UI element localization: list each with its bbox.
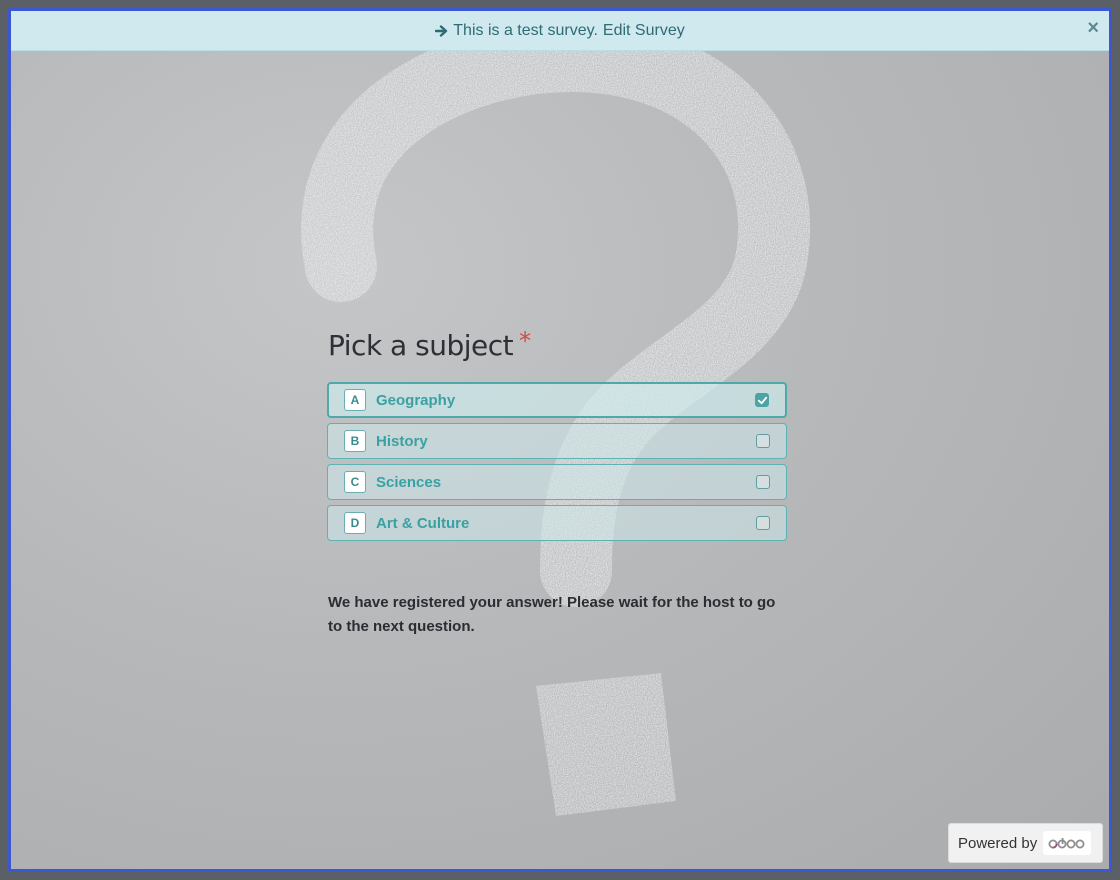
option-label: History [376, 432, 428, 450]
answer-registered-message: We have registered your answer! Please w… [328, 594, 776, 635]
checkbox-icon[interactable] [756, 434, 770, 448]
option-key: B [344, 430, 366, 452]
odoo-logo: odoo [1043, 831, 1092, 855]
option-history[interactable]: B History [327, 423, 787, 459]
checkbox-checked-icon[interactable] [755, 393, 769, 407]
arrow-right-icon [435, 24, 449, 38]
test-survey-banner: This is a test survey. Edit Survey × [11, 11, 1109, 51]
option-key: A [344, 389, 366, 411]
option-label: Sciences [376, 473, 442, 491]
banner-text: This is a test survey. [453, 21, 598, 39]
required-marker: * [519, 327, 531, 355]
close-icon[interactable]: × [1087, 18, 1099, 38]
option-label: Geography [376, 391, 456, 409]
option-geography[interactable]: A Geography [327, 382, 787, 418]
answer-options: A Geography B History C Sciences D Art &… [327, 382, 787, 546]
powered-by-text: Powered by [958, 834, 1038, 852]
question-title-text: Pick a subject [328, 329, 514, 362]
option-label: Art & Culture [376, 514, 470, 532]
powered-by-badge[interactable]: Powered by odoo [948, 823, 1103, 863]
option-art-culture[interactable]: D Art & Culture [327, 505, 787, 541]
edit-survey-link[interactable]: Edit Survey [603, 22, 685, 40]
question-title: Pick a subject * [328, 327, 531, 362]
survey-frame: This is a test survey. Edit Survey × Pic… [8, 8, 1112, 872]
option-sciences[interactable]: C Sciences [327, 464, 787, 500]
option-key: D [344, 512, 366, 534]
option-key: C [344, 471, 366, 493]
checkbox-icon[interactable] [756, 475, 770, 489]
checkbox-icon[interactable] [756, 516, 770, 530]
